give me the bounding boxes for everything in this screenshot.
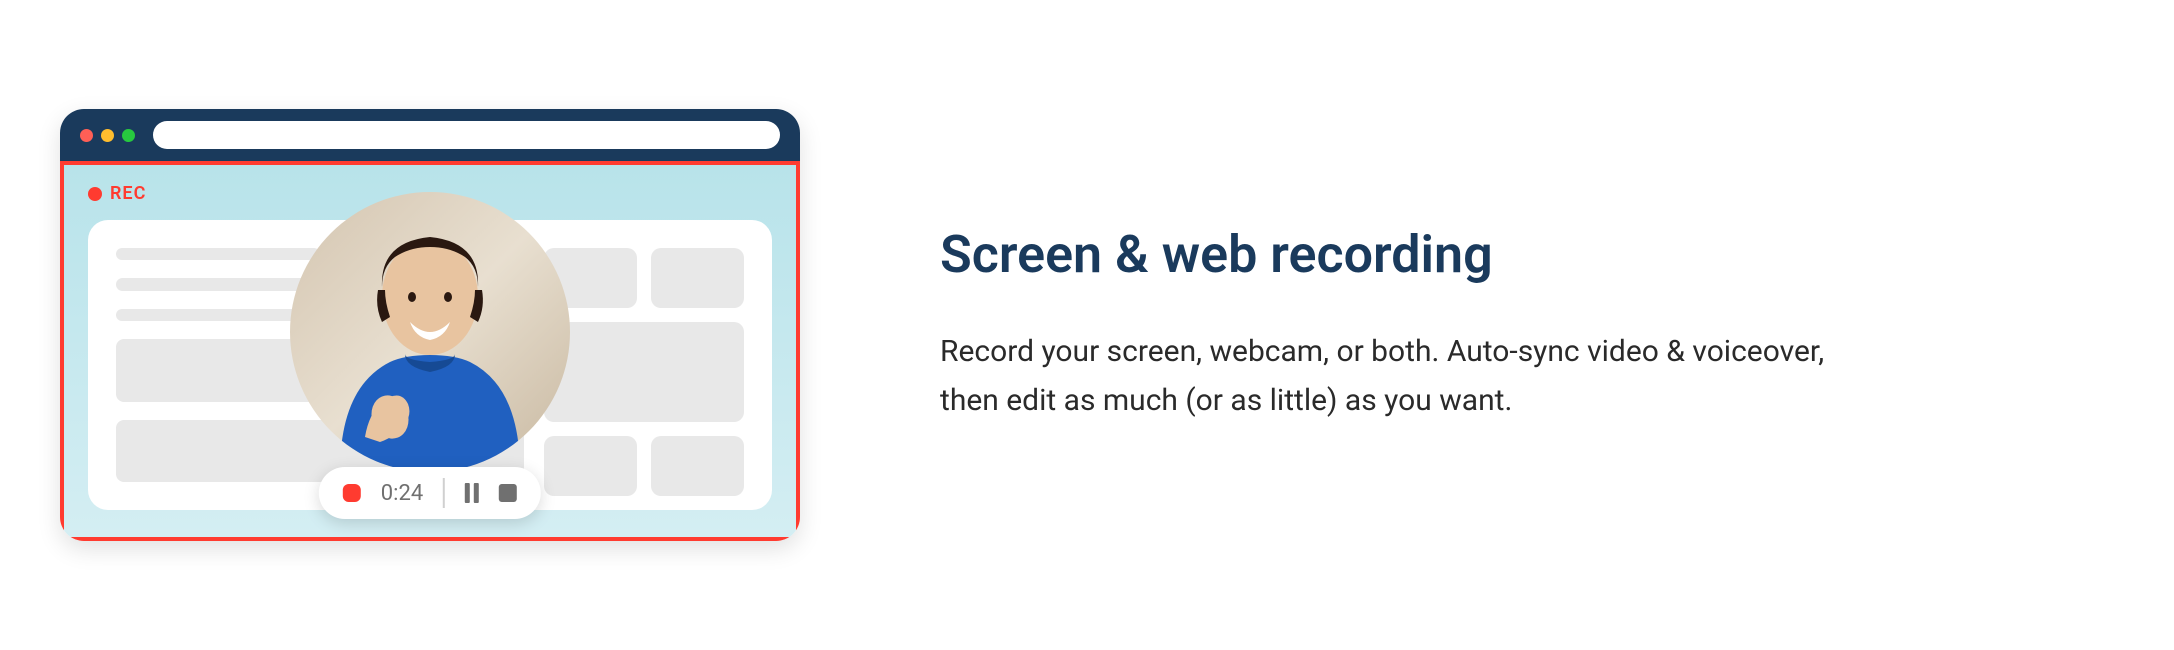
- elapsed-time: 0:24: [381, 481, 423, 506]
- record-dot-icon: [88, 187, 102, 201]
- feature-heading: Screen & web recording: [940, 224, 1840, 286]
- playback-controls: 0:24: [319, 467, 541, 519]
- address-bar: [153, 121, 780, 149]
- stop-button-icon[interactable]: [499, 484, 517, 502]
- record-button-icon[interactable]: [343, 484, 361, 502]
- browser-window: REC: [60, 109, 800, 541]
- close-icon: [80, 129, 93, 142]
- skeleton-tile: [651, 248, 744, 308]
- feature-description: Record your screen, webcam, or both. Aut…: [940, 327, 1840, 426]
- feature-text: Screen & web recording Record your scree…: [940, 224, 1840, 425]
- minimize-icon: [101, 129, 114, 142]
- person-avatar-icon: [290, 192, 570, 472]
- pause-button-icon[interactable]: [465, 483, 479, 503]
- webcam-preview: [290, 192, 570, 472]
- recording-illustration: REC: [60, 109, 800, 541]
- traffic-lights: [80, 129, 135, 142]
- recording-label: REC: [110, 183, 146, 204]
- skeleton-tile: [651, 436, 744, 496]
- maximize-icon: [122, 129, 135, 142]
- divider: [443, 478, 445, 508]
- skeleton-right-column: [544, 248, 744, 482]
- skeleton-tile: [544, 322, 744, 422]
- browser-titlebar: [60, 109, 800, 161]
- browser-content: REC: [60, 161, 800, 541]
